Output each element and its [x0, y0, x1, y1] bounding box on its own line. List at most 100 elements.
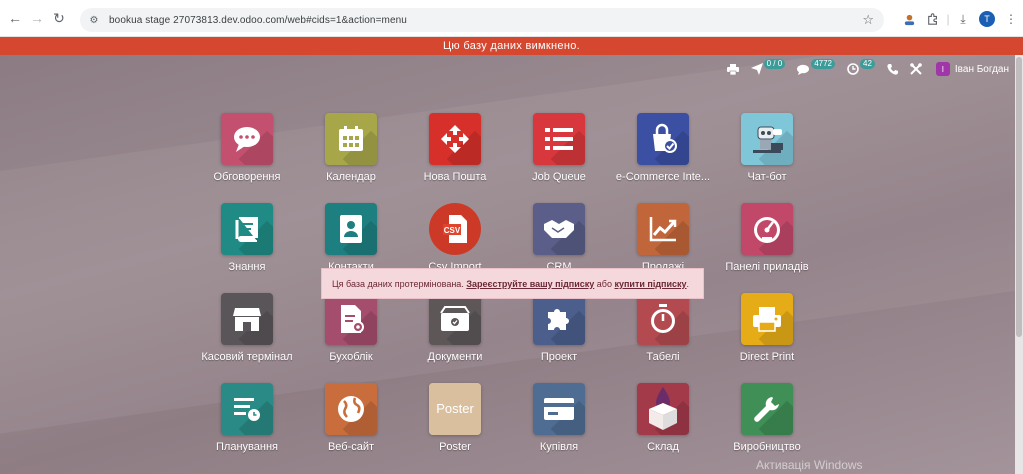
- ecommerce-icon[interactable]: [637, 113, 689, 165]
- list-icon[interactable]: [533, 113, 585, 165]
- box-icon[interactable]: [637, 383, 689, 435]
- app-tile[interactable]: Купівля: [507, 383, 611, 455]
- documents-icon[interactable]: [429, 293, 481, 345]
- app-tile[interactable]: Касовий термінал: [195, 293, 299, 365]
- card-icon[interactable]: [533, 383, 585, 435]
- tools-icon[interactable]: [910, 63, 922, 75]
- svg-text:CSV: CSV: [444, 226, 461, 235]
- systray: 0 / 0 4772 42 I Іван Богдан: [715, 55, 1015, 83]
- site-info-icon[interactable]: ⚙: [87, 13, 101, 27]
- accounting-icon[interactable]: [325, 293, 377, 345]
- robot-icon[interactable]: [741, 113, 793, 165]
- app-label: Знання: [228, 261, 266, 273]
- nova-poshta-icon[interactable]: [429, 113, 481, 165]
- app-label: Касовий термінал: [201, 351, 293, 363]
- home-menu: 0 / 0 4772 42 I Іван Богдан Обговорення К…: [0, 55, 1015, 474]
- app-tile[interactable]: Табелі: [611, 293, 715, 365]
- store-icon[interactable]: [221, 293, 273, 345]
- globe-icon[interactable]: [325, 383, 377, 435]
- clock-icon: [847, 63, 859, 75]
- timer-menu[interactable]: 42: [847, 59, 875, 75]
- app-tile[interactable]: Планування: [195, 383, 299, 455]
- buy-subscription-link[interactable]: купити підписку: [614, 279, 686, 289]
- contacts-icon[interactable]: [325, 203, 377, 255]
- app-tile[interactable]: e-Commerce Inte...: [611, 113, 715, 185]
- app-tile[interactable]: Чат-бот: [715, 113, 819, 185]
- profile-avatar[interactable]: T: [975, 8, 999, 30]
- app-label: Панелі приладів: [725, 261, 809, 273]
- app-tile[interactable]: Знання: [195, 203, 299, 275]
- printer-icon[interactable]: [741, 293, 793, 345]
- app-tile[interactable]: CRM: [507, 203, 611, 275]
- calendar-icon[interactable]: [325, 113, 377, 165]
- app-tile[interactable]: Job Queue: [507, 113, 611, 185]
- extension-person-icon[interactable]: [897, 8, 921, 30]
- extensions-puzzle-icon[interactable]: [921, 8, 945, 30]
- menu-kebab-icon[interactable]: ⋮: [999, 8, 1023, 30]
- app-label: Job Queue: [532, 171, 586, 183]
- stopwatch-icon[interactable]: [637, 293, 689, 345]
- puzzle-icon[interactable]: [533, 293, 585, 345]
- scrollbar[interactable]: [1015, 55, 1023, 474]
- planning-icon[interactable]: [221, 383, 273, 435]
- app-tile[interactable]: CSV Csv Import: [403, 203, 507, 275]
- app-tile[interactable]: Проект: [507, 293, 611, 365]
- chat-bubbles-icon: [797, 64, 810, 75]
- app-tile[interactable]: Обговорення: [195, 113, 299, 185]
- address-bar[interactable]: ⚙ bookua stage 27073813.dev.odoo.com/web…: [80, 8, 884, 32]
- chart-icon[interactable]: [637, 203, 689, 255]
- app-tile[interactable]: Склад: [611, 383, 715, 455]
- app-tile[interactable]: Контакти: [299, 203, 403, 275]
- app-tile[interactable]: Календар: [299, 113, 403, 185]
- phone-icon[interactable]: [887, 63, 898, 75]
- app-tile[interactable]: Виробництво: [715, 383, 819, 455]
- app-tile[interactable]: Продажі: [611, 203, 715, 275]
- forward-arrow-icon[interactable]: →: [26, 7, 48, 29]
- reload-icon[interactable]: ↻: [48, 7, 70, 29]
- app-label: Poster: [439, 441, 471, 453]
- app-tile[interactable]: Direct Print: [715, 293, 819, 365]
- app-tile[interactable]: Панелі приладів: [715, 203, 819, 275]
- scroll-thumb[interactable]: [1016, 57, 1022, 337]
- gauge-icon[interactable]: [741, 203, 793, 255]
- app-label: Нова Пошта: [423, 171, 487, 183]
- app-tile[interactable]: Poster Poster: [403, 383, 507, 455]
- svg-text:Poster: Poster: [436, 401, 474, 416]
- app-tile[interactable]: Нова Пошта: [403, 113, 507, 185]
- app-tile[interactable]: Документи: [403, 293, 507, 365]
- bookmark-star-icon[interactable]: ☆: [862, 12, 874, 28]
- print-icon[interactable]: [726, 63, 739, 75]
- notice-or: або: [596, 278, 612, 289]
- app-label: Склад: [647, 441, 679, 453]
- avatar: I: [935, 62, 950, 76]
- activities-menu[interactable]: 0 / 0: [750, 59, 786, 75]
- notice-dot: .: [686, 278, 690, 289]
- back-arrow-icon[interactable]: ←: [4, 7, 26, 29]
- app-label: Проект: [540, 351, 578, 363]
- database-disabled-banner: Цю базу даних вимкнено.: [0, 37, 1023, 55]
- poster-icon[interactable]: Poster: [429, 383, 481, 435]
- download-icon[interactable]: ⤓: [951, 8, 975, 30]
- app-tile[interactable]: Бухоблік: [299, 293, 403, 365]
- app-label: Табелі: [646, 351, 680, 363]
- messages-count-badge: 4772: [811, 59, 835, 69]
- url-text[interactable]: bookua stage 27073813.dev.odoo.com/web#c…: [109, 15, 407, 26]
- user-name: Іван Богдан: [954, 63, 1009, 75]
- app-tile[interactable]: Веб-сайт: [299, 383, 403, 455]
- profile-initial: T: [979, 11, 995, 27]
- app-label: Обговорення: [213, 171, 281, 183]
- user-menu[interactable]: I Іван Богдан: [935, 62, 1009, 76]
- book-icon[interactable]: [221, 203, 273, 255]
- app-label: e-Commerce Inte...: [615, 171, 711, 183]
- wrench-icon[interactable]: [741, 383, 793, 435]
- app-label: Документи: [427, 351, 483, 363]
- app-label: Бухоблік: [329, 351, 373, 363]
- handshake-icon[interactable]: [533, 203, 585, 255]
- csv-icon[interactable]: CSV: [429, 203, 481, 255]
- timer-count-badge: 42: [860, 59, 875, 69]
- windows-activation-watermark: Активація Windows: [756, 458, 863, 472]
- app-label: Виробництво: [733, 441, 801, 453]
- chat-icon[interactable]: [221, 113, 273, 165]
- messaging-menu[interactable]: 4772: [797, 59, 835, 75]
- register-subscription-link[interactable]: Зареєструйте вашу підписку: [466, 279, 594, 289]
